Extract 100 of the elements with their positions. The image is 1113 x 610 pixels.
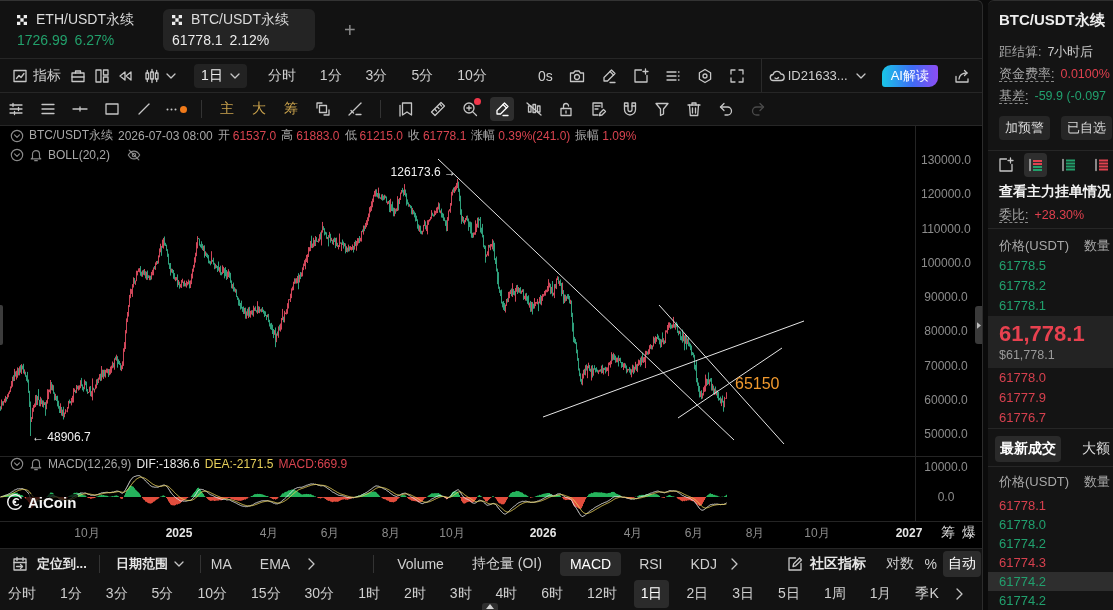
period-tab[interactable]: 3时 — [442, 580, 479, 608]
zoom-in-icon[interactable] — [462, 101, 478, 117]
period-tab[interactable]: 12时 — [580, 580, 624, 608]
indicator-tab[interactable]: EMA — [249, 551, 301, 576]
period-tab[interactable]: 6时 — [534, 580, 571, 608]
period-tab[interactable]: 3日 — [725, 580, 762, 608]
more-dots-icon[interactable] — [165, 107, 177, 111]
note-pen-icon[interactable] — [590, 101, 606, 117]
period-tab[interactable]: 1分 — [53, 580, 89, 608]
ruler-icon[interactable] — [430, 101, 446, 117]
axis-toggle-button[interactable]: 爆 — [962, 524, 976, 542]
locate-button[interactable]: 定位到... — [12, 554, 87, 573]
book-view-button[interactable] — [1024, 152, 1047, 177]
period-tab[interactable]: 5日 — [771, 580, 807, 608]
sliders-icon[interactable] — [8, 101, 24, 117]
layout-icon[interactable] — [94, 67, 110, 84]
period-tab[interactable]: 4时 — [488, 580, 525, 608]
draw-tool-button[interactable] — [490, 97, 514, 121]
indicator-tab[interactable]: 持仓量 (OI) — [461, 550, 552, 577]
add-square-icon[interactable] — [632, 67, 649, 84]
period-tab[interactable]: 1周 — [816, 580, 853, 608]
mode-button[interactable]: 大 — [243, 100, 275, 118]
collapse-icon[interactable] — [10, 128, 24, 143]
bookmark-icon[interactable] — [398, 101, 414, 117]
diagonal-line-icon[interactable] — [136, 101, 152, 117]
framed-square-icon[interactable] — [315, 101, 331, 117]
scale-option[interactable]: % — [919, 551, 942, 576]
collapse-icon[interactable] — [10, 457, 24, 471]
panel-toggle-button[interactable] — [975, 306, 982, 344]
interval-option[interactable]: 1分 — [316, 66, 345, 85]
undo-icon[interactable] — [718, 101, 734, 117]
ai-button[interactable]: AI解读 — [881, 64, 938, 87]
period-tab[interactable]: 15分 — [243, 580, 288, 608]
symbol-tab[interactable]: BTC/USDT永续 61778.1 2.12% — [163, 8, 315, 51]
chevron-right-icon[interactable] — [730, 557, 738, 570]
community-indicators-button[interactable]: 社区指标 — [786, 554, 866, 573]
interval-option[interactable]: 10分 — [454, 66, 490, 85]
period-tab[interactable]: 1时 — [351, 580, 387, 608]
lock-icon[interactable] — [558, 101, 574, 117]
period-tab[interactable]: 3分 — [98, 580, 135, 608]
bid-price: 61778.0 — [998, 369, 1047, 387]
share-icon[interactable] — [954, 67, 970, 84]
action-button[interactable]: 已自选 — [1061, 116, 1112, 140]
chart-type-dropdown[interactable] — [144, 67, 176, 84]
slanted-line-icon[interactable] — [347, 101, 363, 117]
pencil-icon[interactable] — [600, 67, 617, 84]
period-tab[interactable]: 2日 — [679, 580, 716, 608]
fullscreen-icon[interactable] — [728, 67, 745, 84]
eye-off-icon[interactable] — [127, 147, 142, 162]
indicator-tab[interactable]: RSI — [629, 551, 673, 576]
action-button[interactable]: 加预警 — [999, 116, 1050, 140]
three-lines-icon[interactable] — [40, 101, 56, 117]
period-tab[interactable]: 1日 — [633, 580, 670, 608]
expand-handle[interactable] — [482, 603, 498, 610]
period-tab[interactable]: 2时 — [396, 580, 433, 608]
bars-strike-icon[interactable] — [526, 101, 542, 117]
period-tab[interactable]: 10分 — [190, 580, 234, 608]
period-tab[interactable]: 分时 — [1, 580, 43, 608]
add-tab-button[interactable]: + — [344, 19, 356, 40]
account-dropdown[interactable]: ID21633... — [768, 67, 866, 84]
chevron-right-icon[interactable] — [955, 588, 963, 600]
axis-toggle-button[interactable]: 筹 — [941, 524, 955, 542]
symbol-tab[interactable]: ETH/USDT永续 1726.99 6.27% — [8, 8, 160, 51]
indicator-tab[interactable]: Volume — [387, 551, 454, 576]
order-book-icon — [1027, 156, 1044, 173]
period-tab[interactable]: 季K — [908, 580, 946, 608]
interval-option[interactable]: 3分 — [362, 66, 391, 85]
add-square-icon[interactable] — [998, 156, 1014, 173]
chevron-right-icon[interactable] — [308, 557, 316, 570]
trades-tab[interactable]: 最新成交 — [995, 436, 1061, 462]
bell-icon[interactable] — [29, 457, 43, 471]
bell-icon[interactable] — [29, 147, 43, 162]
interval-option[interactable]: 5分 — [408, 66, 437, 85]
indicator-tab[interactable]: MA — [200, 551, 242, 576]
scale-option[interactable]: 自动 — [943, 550, 981, 577]
interval-dropdown[interactable]: 1日 — [194, 63, 247, 88]
indicator-name: BOLL(20,2) — [48, 147, 111, 162]
magnet-icon[interactable] — [622, 101, 638, 117]
indicator-tab[interactable]: MACD — [559, 551, 622, 576]
trash-icon[interactable] — [686, 101, 702, 117]
trades-tab[interactable]: 大额 — [1077, 436, 1113, 462]
camera-icon[interactable] — [568, 67, 585, 84]
mode-button[interactable]: 主 — [211, 100, 243, 118]
date-range-dropdown[interactable]: 日期范围 — [108, 554, 191, 573]
scale-option[interactable]: 对数 — [880, 550, 919, 577]
indicators-button[interactable]: 指标 — [12, 66, 61, 85]
collapse-icon[interactable] — [10, 147, 24, 162]
quote-value: 1.09% — [602, 128, 637, 143]
resize-handle[interactable] — [0, 305, 3, 345]
interval-option[interactable]: 分时 — [264, 66, 299, 85]
period-tab[interactable]: 5分 — [144, 580, 181, 608]
trade-price: 61774.2 — [999, 574, 1046, 589]
period-tab[interactable]: 1月 — [862, 580, 899, 608]
period-tab[interactable]: 30分 — [297, 580, 342, 608]
indicator-tab[interactable]: KDJ — [680, 551, 727, 576]
settings-icon[interactable] — [696, 67, 713, 84]
rectangle-icon[interactable] — [104, 101, 120, 117]
mode-button[interactable]: 筹 — [275, 100, 307, 118]
filter-icon[interactable] — [654, 101, 670, 117]
briefcase-icon[interactable] — [70, 67, 86, 84]
